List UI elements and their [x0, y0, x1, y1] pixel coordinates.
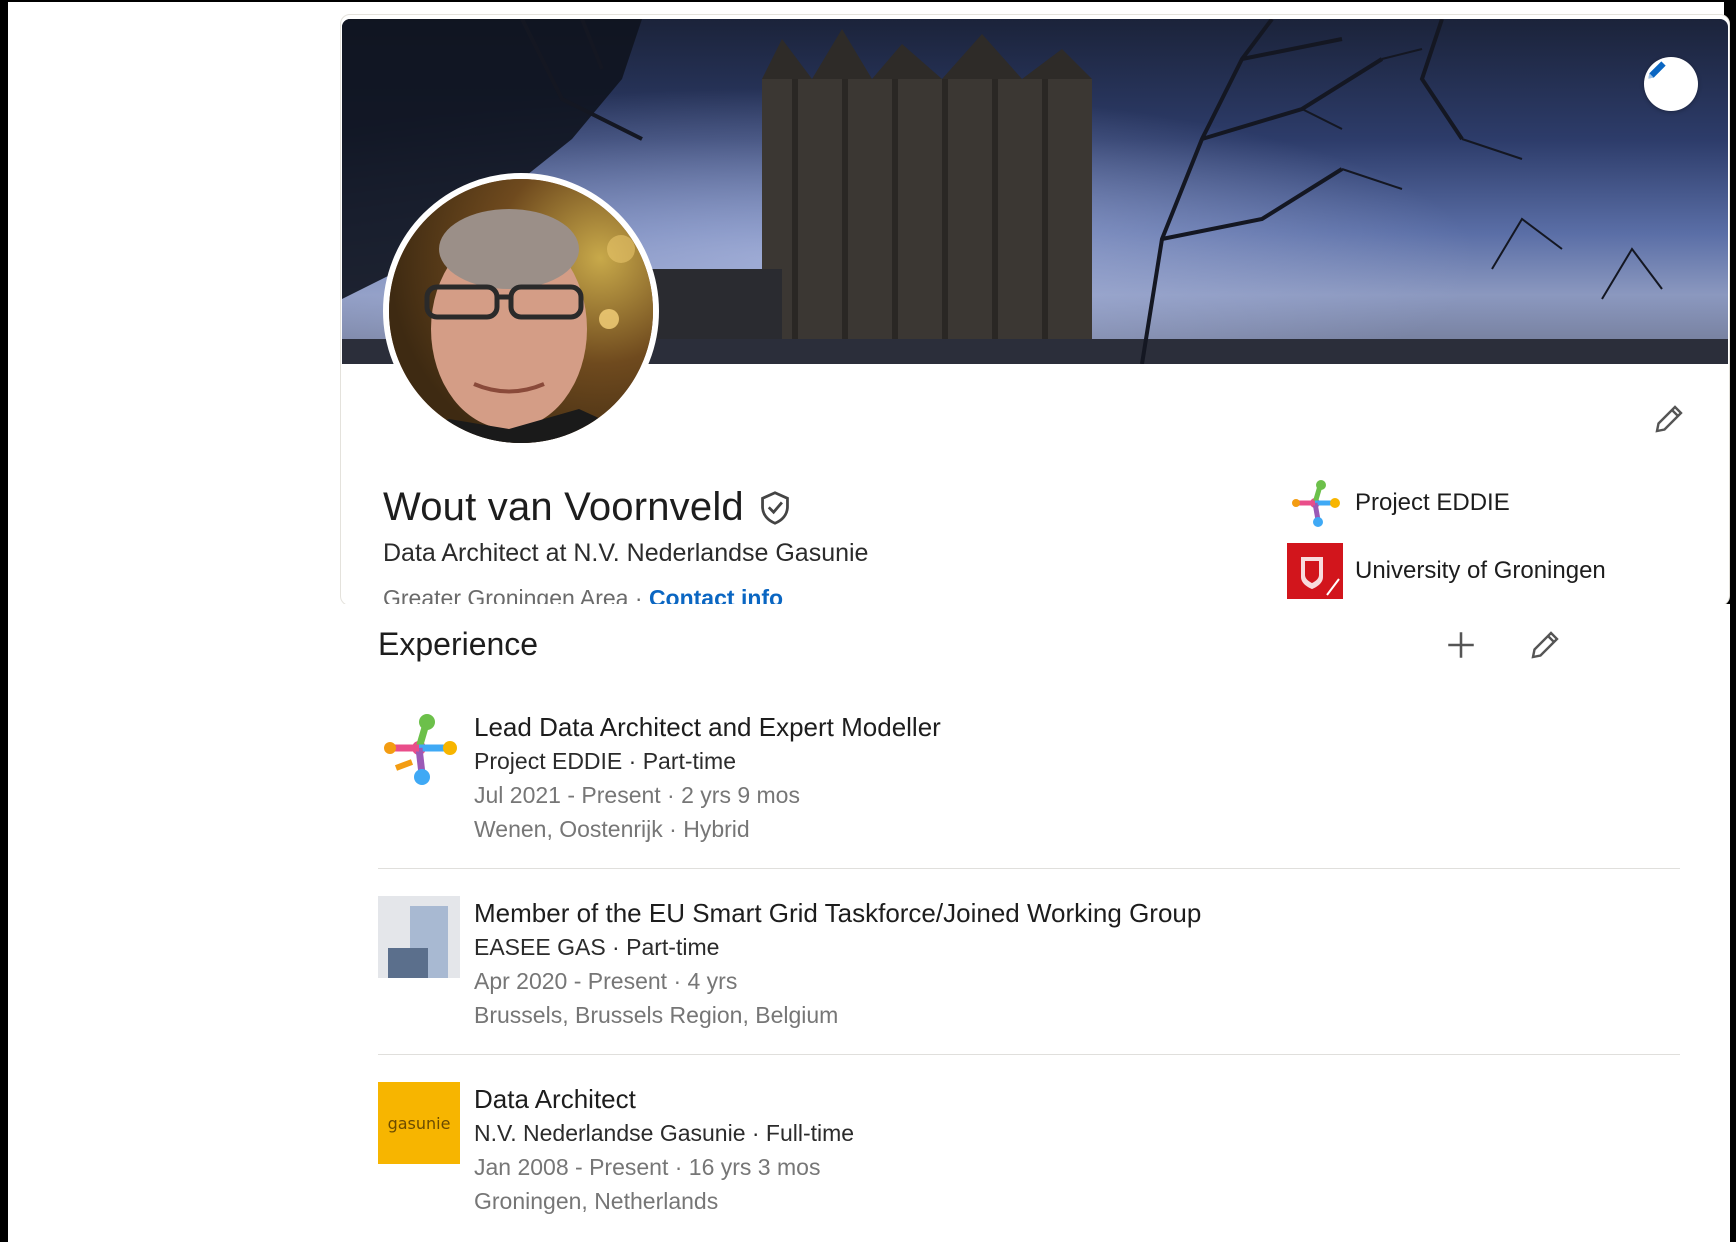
experience-section: Experience Lead Data Architect and Exper… [336, 604, 1730, 1242]
gasunie-logo-text: gasunie [387, 1113, 451, 1133]
experience-company: EASEE GAS · Part-time [474, 934, 720, 960]
edit-experience-button[interactable] [1522, 622, 1568, 668]
plus-icon [1448, 632, 1474, 658]
profile-headline: Data Architect at N.V. Nederlandse Gasun… [383, 539, 869, 567]
org-university-of-groningen[interactable]: University of Groningen [1287, 543, 1606, 599]
edit-banner-button[interactable] [1644, 57, 1698, 111]
org-project-eddie[interactable]: Project EDDIE [1287, 475, 1510, 531]
experience-company: Project EDDIE · Part-time [474, 748, 736, 774]
experience-role: Lead Data Architect and Expert Modeller [474, 712, 941, 742]
org-name: University of Groningen [1355, 557, 1606, 584]
shield-check-icon[interactable] [758, 490, 792, 526]
org-name: Project EDDIE [1355, 489, 1510, 516]
add-experience-button[interactable] [1438, 622, 1484, 668]
experience-location: Groningen, Netherlands [474, 1188, 719, 1214]
contact-info-link[interactable]: Contact info [649, 585, 783, 605]
profile-card: Wout van Voornveld Data Architect at N.V… [340, 14, 1730, 606]
easee-gas-logo [378, 896, 460, 978]
profile-avatar[interactable] [383, 173, 659, 449]
pencil-icon [1655, 405, 1683, 433]
name-row: Wout van Voornveld [383, 485, 792, 530]
location-row: Greater Groningen Area · Contact info [383, 585, 783, 606]
experience-location: Brussels, Brussels Region, Belgium [474, 1002, 839, 1028]
pencil-icon [1648, 61, 1666, 79]
experience-item[interactable]: Lead Data Architect and Expert Modeller … [378, 710, 1680, 860]
experience-location: Wenen, Oostenrijk · Hybrid [474, 816, 750, 842]
project-eddie-logo [1287, 475, 1343, 531]
experience-company: N.V. Nederlandse Gasunie · Full-time [474, 1120, 855, 1146]
university-of-groningen-logo [1287, 543, 1343, 599]
experience-item[interactable]: Member of the EU Smart Grid Taskforce/Jo… [378, 896, 1680, 1046]
divider [378, 1054, 1680, 1055]
experience-dates: Jul 2021 - Present · 2 yrs 9 mos [474, 782, 800, 808]
edit-intro-button[interactable] [1647, 397, 1691, 441]
profile-location: Greater Groningen Area [383, 585, 629, 606]
profile-name: Wout van Voornveld [383, 485, 744, 529]
experience-dates: Jan 2008 - Present · 16 yrs 3 mos [474, 1154, 821, 1180]
experience-item[interactable]: gasunie Data Architect N.V. Nederlandse … [378, 1082, 1680, 1232]
experience-title: Experience [378, 626, 539, 662]
experience-role: Data Architect [474, 1084, 636, 1114]
experience-role: Member of the EU Smart Grid Taskforce/Jo… [474, 898, 1202, 928]
divider [378, 868, 1680, 869]
gasunie-logo: gasunie [378, 1082, 460, 1164]
experience-dates: Apr 2020 - Present · 4 yrs [474, 968, 738, 994]
separator-dot: · [634, 585, 643, 606]
pencil-icon [1531, 631, 1559, 659]
project-eddie-logo [378, 710, 460, 792]
